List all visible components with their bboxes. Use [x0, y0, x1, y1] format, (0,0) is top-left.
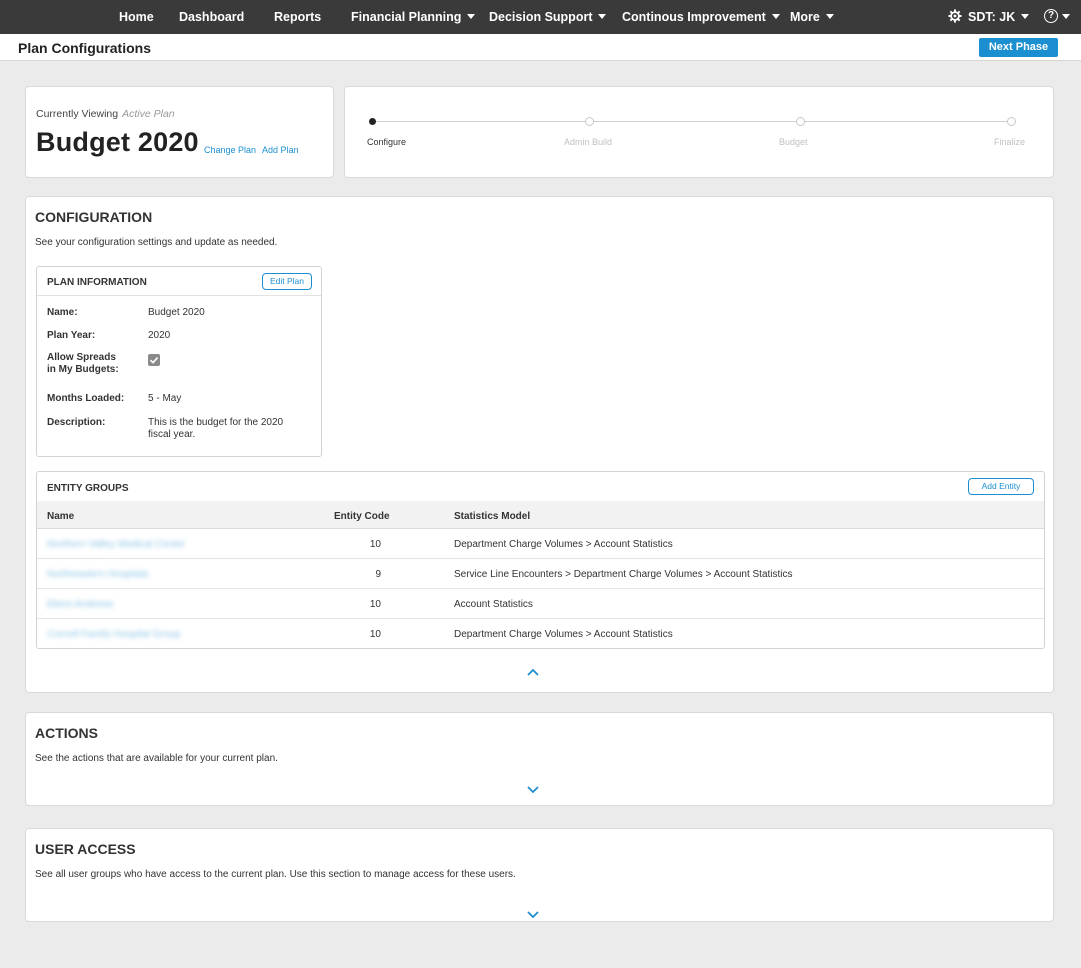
chevron-up-icon[interactable]: [527, 668, 539, 676]
allow-spreads-label-line2: in My Budgets:: [47, 364, 119, 375]
table-row: Northern Valley Medical Center 10 Depart…: [37, 529, 1044, 559]
allow-spreads-label-line1: Allow Spreads: [47, 352, 116, 363]
step-label-admin-build: Admin Build: [564, 137, 613, 147]
nav-reports[interactable]: Reports: [274, 0, 321, 34]
currently-viewing: Currently Viewing Active Plan: [36, 108, 175, 120]
name-value: Budget 2020: [148, 307, 205, 318]
entity-name-link[interactable]: Cornell Family Hospital Group: [47, 629, 180, 640]
entity-groups-title: ENTITY GROUPS: [47, 483, 129, 494]
plan-links: Change Plan Add Plan: [204, 145, 305, 155]
nav-more[interactable]: More: [790, 0, 834, 34]
step-dot-configure[interactable]: [369, 118, 376, 125]
statistics-model: Account Statistics: [454, 599, 533, 610]
table-row: Eboni Andrews 10 Account Statistics: [37, 589, 1044, 619]
plan-year-value: 2020: [148, 330, 171, 341]
table-row: Cornell Family Hospital Group 10 Departm…: [37, 619, 1044, 649]
table-header: Name Entity Code Statistics Model: [37, 501, 1044, 529]
step-dot-admin-build[interactable]: [585, 117, 594, 126]
step-dot-finalize[interactable]: [1007, 117, 1016, 126]
help-menu[interactable]: ?: [1044, 0, 1070, 34]
column-header-name[interactable]: Name: [47, 511, 74, 522]
entity-code: 10: [369, 629, 381, 640]
description-label: Description:: [47, 417, 106, 428]
nav-financial-planning[interactable]: Financial Planning: [351, 0, 476, 34]
page-header: Plan Configurations Next Phase: [0, 34, 1081, 61]
statistics-model: Department Charge Volumes > Account Stat…: [454, 539, 673, 550]
configuration-title: CONFIGURATION: [35, 209, 153, 225]
entity-code: 10: [369, 599, 381, 610]
entity-code: 9: [375, 569, 381, 580]
plan-information-title: PLAN INFORMATION: [47, 277, 147, 288]
chevron-down-icon: [1021, 14, 1030, 20]
allow-spreads-checkbox[interactable]: [148, 354, 160, 366]
plan-information-header: PLAN INFORMATION Edit Plan: [37, 267, 321, 296]
nav-decision-support-label: Decision Support: [489, 10, 593, 24]
step-label-configure: Configure: [367, 137, 407, 147]
add-entity-button[interactable]: Add Entity: [968, 478, 1034, 495]
entity-groups-header: ENTITY GROUPS Add Entity: [37, 472, 1044, 501]
column-header-statistics-model[interactable]: Statistics Model: [454, 511, 530, 522]
statistics-model: Service Line Encounters > Department Cha…: [454, 569, 793, 580]
actions-description: See the actions that are available for y…: [35, 753, 278, 764]
chevron-down-icon[interactable]: [527, 786, 539, 794]
stepper-line: [372, 121, 1015, 122]
actions-section: ACTIONS See the actions that are availab…: [25, 712, 1054, 806]
months-loaded-value: 5 - May: [148, 393, 182, 404]
months-loaded-label: Months Loaded:: [47, 393, 125, 404]
nav-continous-improvement[interactable]: Continous Improvement: [622, 0, 780, 34]
step-label-budget: Budget: [779, 137, 808, 147]
entity-name-link[interactable]: Northeastern Hospitals: [47, 569, 149, 580]
phase-stepper: Configure Admin Build Budget Finalize: [344, 86, 1054, 178]
user-access-title: USER ACCESS: [35, 841, 136, 857]
statistics-model: Department Charge Volumes > Account Stat…: [454, 629, 673, 640]
description-value-line2: fiscal year.: [148, 429, 196, 440]
change-plan-link[interactable]: Change Plan: [204, 145, 256, 155]
chevron-down-icon: [1062, 14, 1070, 20]
chevron-down-icon: [825, 14, 834, 20]
name-label: Name:: [47, 307, 78, 318]
currently-viewing-value: Active Plan: [122, 108, 175, 120]
nav-financial-planning-label: Financial Planning: [351, 10, 462, 24]
column-header-entity-code[interactable]: Entity Code: [334, 511, 390, 522]
table-row: Northeastern Hospitals 9 Service Line En…: [37, 559, 1044, 589]
nav-home[interactable]: Home: [119, 0, 154, 34]
entity-name-link[interactable]: Eboni Andrews: [47, 599, 114, 610]
nav-dashboard[interactable]: Dashboard: [179, 0, 244, 34]
configuration-description: See your configuration settings and upda…: [35, 237, 278, 248]
checkmark-icon: [149, 357, 159, 364]
chevron-down-icon: [771, 14, 780, 20]
user-access-description: See all user groups who have access to t…: [35, 869, 516, 880]
step-dot-budget[interactable]: [796, 117, 805, 126]
chevron-down-icon: [598, 14, 607, 20]
chevron-down-icon[interactable]: [527, 911, 539, 919]
configuration-section: CONFIGURATION See your configuration set…: [25, 196, 1054, 693]
step-label-finalize: Finalize: [994, 137, 1026, 147]
next-phase-button[interactable]: Next Phase: [979, 38, 1058, 57]
active-plan-card: Currently Viewing Active Plan Budget 2020…: [25, 86, 334, 178]
gear-icon: [948, 9, 962, 23]
add-plan-link[interactable]: Add Plan: [262, 145, 299, 155]
top-nav: Home Dashboard Reports Financial Plannin…: [0, 0, 1081, 34]
nav-decision-support[interactable]: Decision Support: [489, 0, 607, 34]
actions-title: ACTIONS: [35, 725, 98, 741]
entity-name-link[interactable]: Northern Valley Medical Center: [47, 539, 185, 550]
user-access-section: USER ACCESS See all user groups who have…: [25, 828, 1054, 922]
user-label: SDT: JK: [968, 10, 1016, 24]
chevron-down-icon: [467, 14, 476, 20]
plan-information-box: PLAN INFORMATION Edit Plan Name: Budget …: [36, 266, 322, 457]
plan-year-label: Plan Year:: [47, 330, 96, 341]
edit-plan-button[interactable]: Edit Plan: [262, 273, 312, 290]
user-menu[interactable]: SDT: JK: [948, 0, 1030, 34]
plan-name: Budget 2020: [36, 127, 199, 157]
description-value-line1: This is the budget for the 2020: [148, 417, 284, 428]
nav-continous-improvement-label: Continous Improvement: [622, 10, 766, 24]
currently-viewing-label: Currently Viewing: [36, 108, 119, 120]
entity-code: 10: [369, 539, 381, 550]
page-title: Plan Configurations: [18, 40, 151, 56]
nav-more-label: More: [790, 10, 820, 24]
help-icon: ?: [1044, 9, 1058, 24]
entity-groups-box: ENTITY GROUPS Add Entity Name Entity Cod…: [36, 471, 1045, 649]
